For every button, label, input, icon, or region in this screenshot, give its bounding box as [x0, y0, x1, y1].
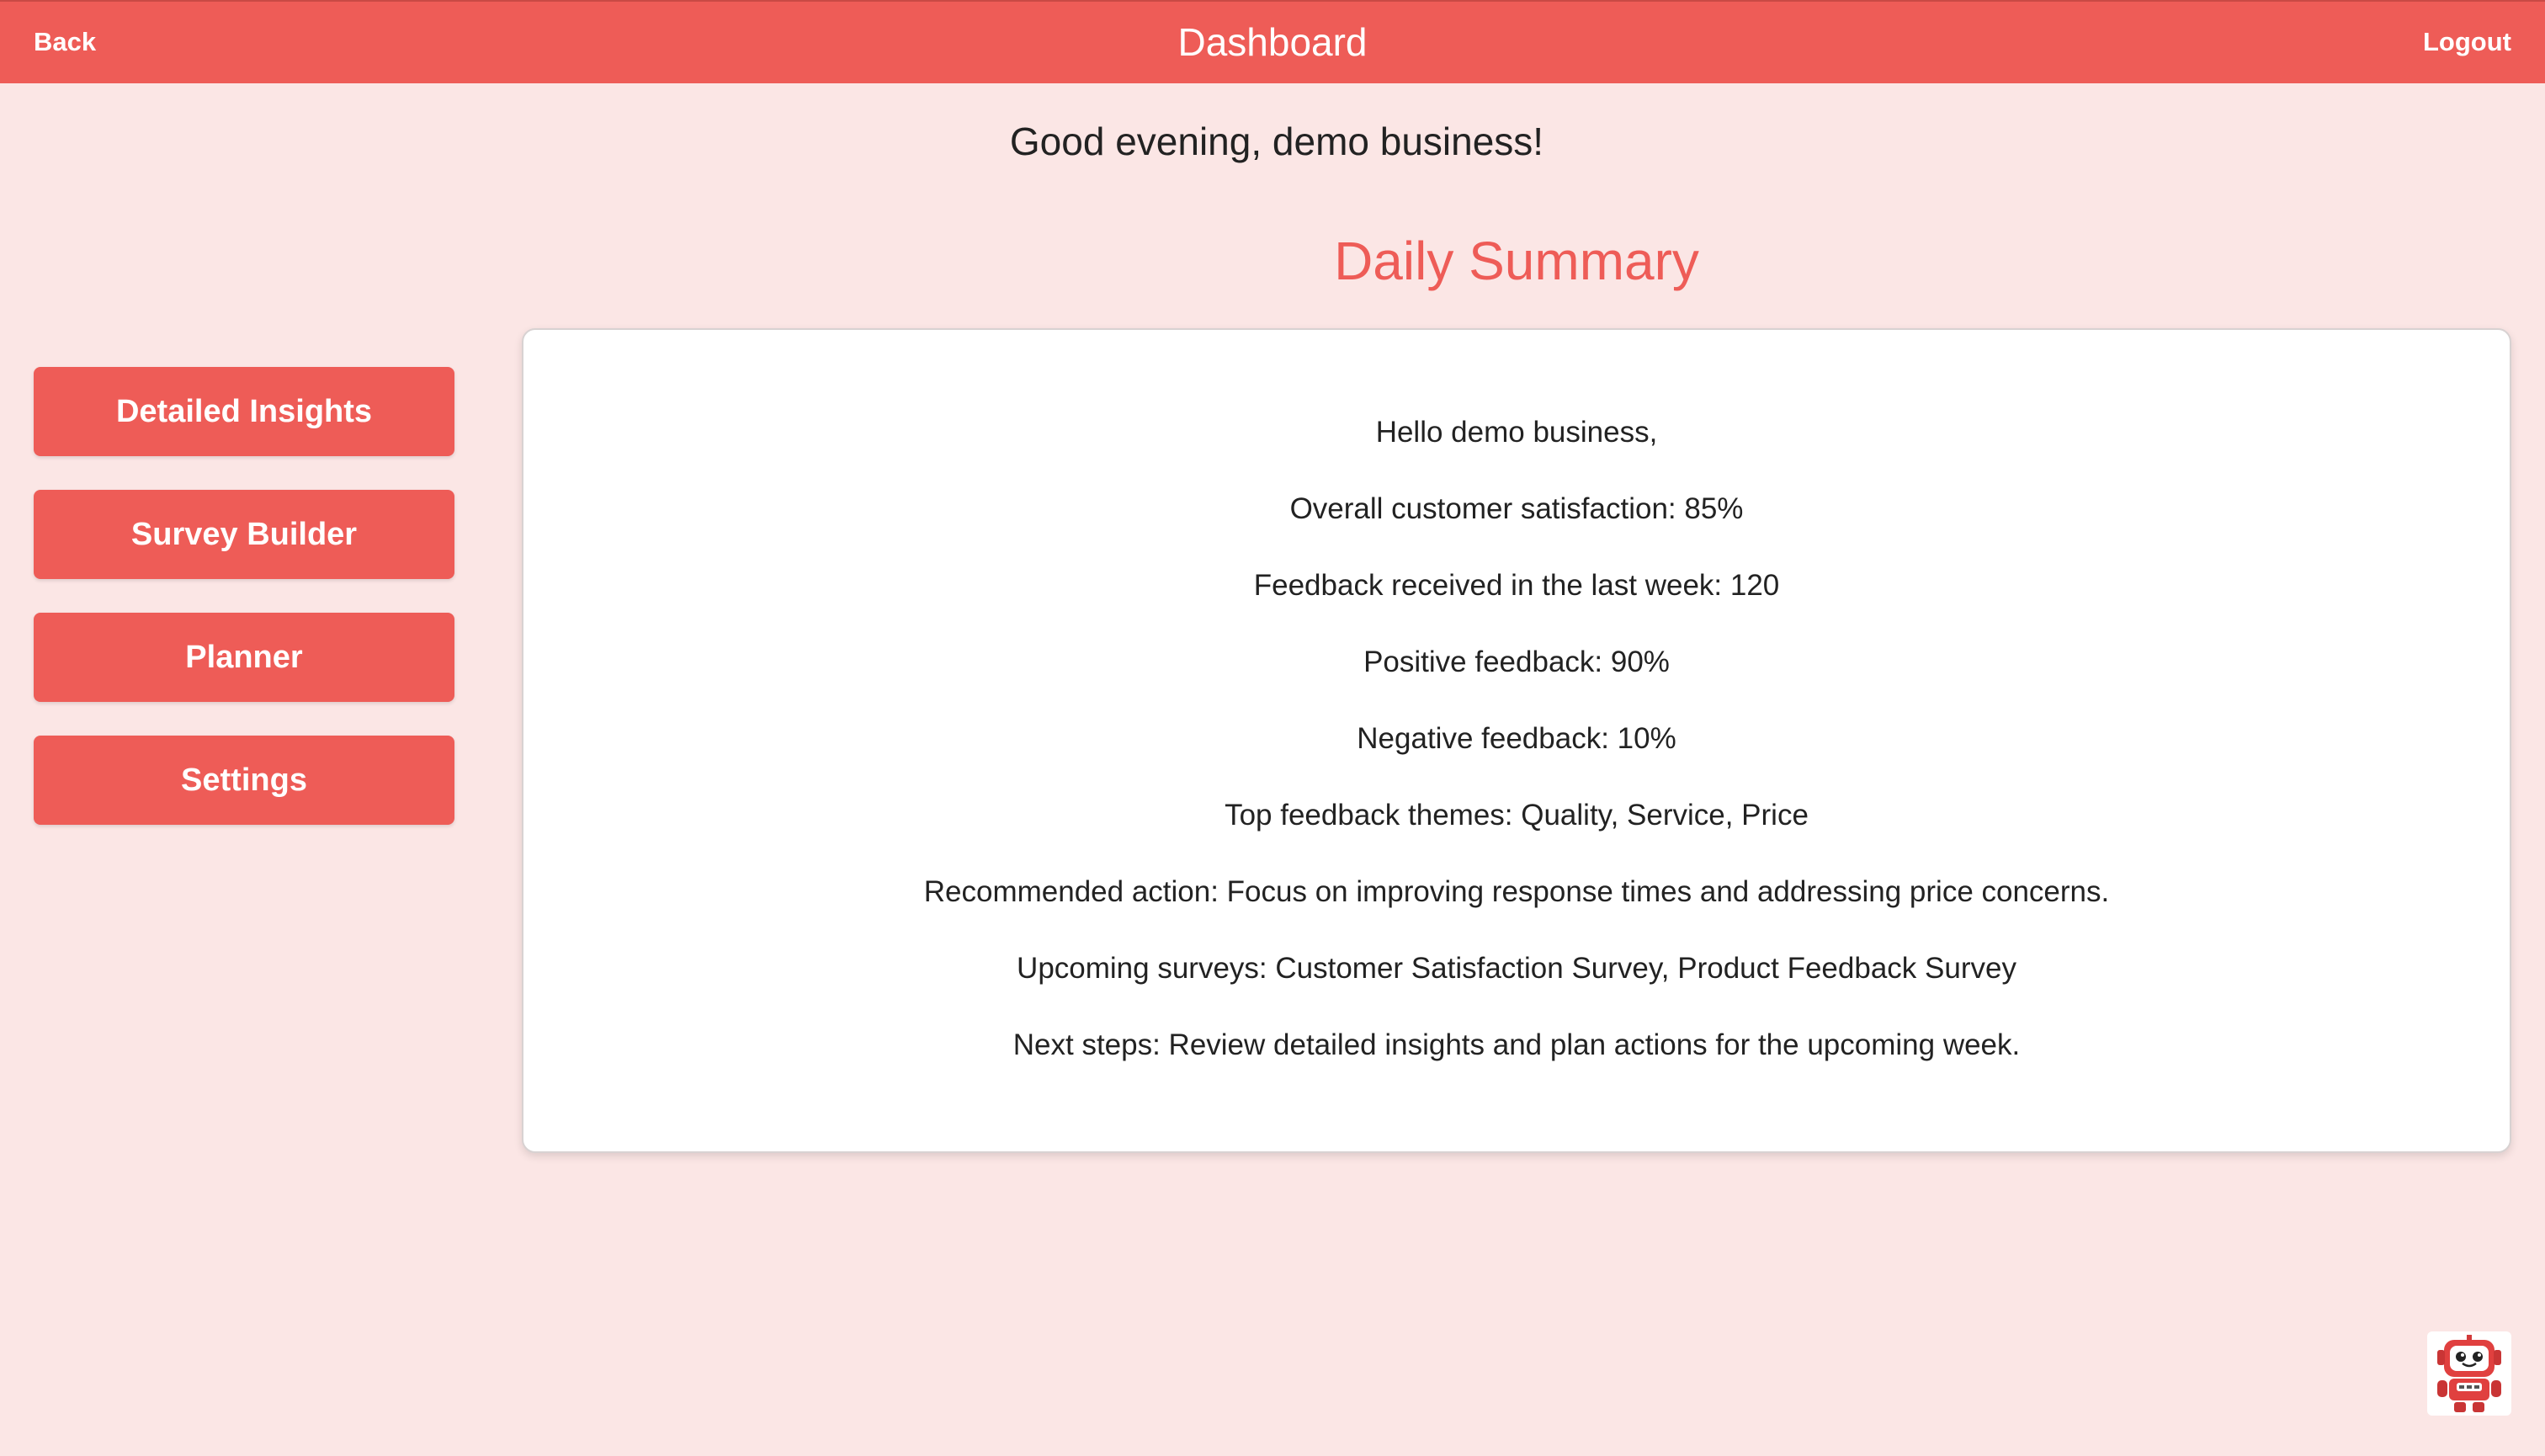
- summary-line-recommended-action: Recommended action: Focus on improving r…: [923, 875, 2110, 908]
- top-navigation-bar: Back Dashboard Logout: [0, 0, 2545, 83]
- summary-line-positive: Positive feedback: 90%: [1363, 646, 1670, 678]
- settings-button[interactable]: Settings: [34, 736, 454, 825]
- logout-button[interactable]: Logout: [2423, 24, 2511, 61]
- summary-line-themes: Top feedback themes: Quality, Service, P…: [1225, 799, 1809, 832]
- page-title: Dashboard: [1177, 20, 1368, 64]
- survey-builder-button[interactable]: Survey Builder: [34, 490, 454, 579]
- sidebar-menu: Detailed Insights Survey Builder Planner…: [34, 367, 454, 858]
- daily-summary-card: Hello demo business, Overall customer sa…: [522, 328, 2511, 1153]
- greeting-text: Good evening, demo business!: [1009, 120, 1544, 163]
- summary-line-satisfaction: Overall customer satisfaction: 85%: [1289, 492, 1744, 525]
- summary-line-negative: Negative feedback: 10%: [1357, 722, 1676, 755]
- planner-button[interactable]: Planner: [34, 613, 454, 702]
- summary-line-next-steps: Next steps: Review detailed insights and…: [1012, 1028, 2021, 1061]
- summary-line-feedback-count: Feedback received in the last week: 120: [1253, 569, 1780, 602]
- robot-icon: [2437, 1335, 2501, 1412]
- summary-line-upcoming-surveys: Upcoming surveys: Customer Satisfaction …: [1017, 952, 2016, 985]
- robot-assistant-button[interactable]: [2427, 1331, 2511, 1416]
- detailed-insights-button[interactable]: Detailed Insights: [34, 367, 454, 456]
- summary-line-greeting: Hello demo business,: [1375, 416, 1658, 449]
- daily-summary-title: Daily Summary: [1334, 231, 1699, 291]
